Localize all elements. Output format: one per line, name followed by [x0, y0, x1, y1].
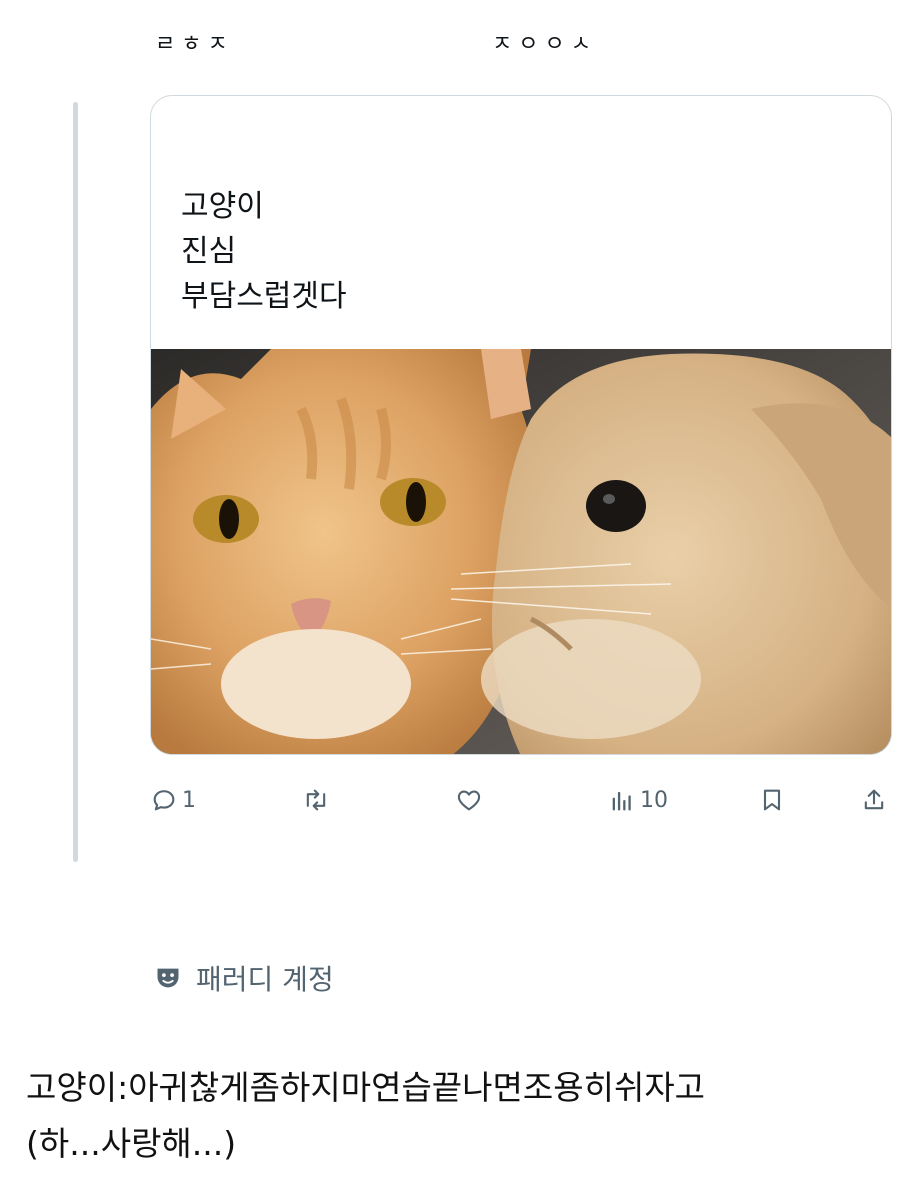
reply-button[interactable]: 1	[150, 778, 196, 822]
like-icon	[457, 790, 481, 811]
parody-account-label: 패러디 계정	[154, 958, 334, 998]
reply-count: 1	[182, 787, 196, 813]
retweet-icon	[306, 789, 326, 811]
caption-line-1: 고양이:아귀찮게좀하지마연습끝나면조용히쉬자고	[26, 1068, 706, 1107]
share-icon	[864, 789, 884, 810]
bookmark-button[interactable]	[758, 778, 786, 822]
retweet-button[interactable]	[302, 778, 330, 822]
share-button[interactable]	[860, 778, 888, 822]
thread-connector-line	[73, 102, 78, 862]
like-button[interactable]	[455, 778, 483, 822]
views-icon	[612, 791, 631, 811]
card-line-3: 부담스럽겟다	[181, 279, 347, 314]
top-right-text: ㅈㅇㅇㅅ	[492, 32, 597, 57]
cat	[151, 349, 536, 754]
parody-label-text: 패러디 계정	[196, 963, 334, 996]
caption-text: 고양이:아귀찮게좀하지마연습끝나면조용히쉬자고 (하...사랑해...)	[26, 1060, 705, 1172]
quoted-post-card[interactable]: 고양이 진심 부담스럽겟다	[150, 95, 892, 755]
top-left-text: ㄹㅎㅈ	[155, 32, 234, 57]
card-line-2: 진심	[181, 234, 237, 269]
cat-and-rabbit-photo[interactable]	[151, 349, 891, 754]
bookmark-icon	[763, 789, 781, 811]
views-indicator[interactable]: 10	[608, 778, 668, 822]
caption-line-2: (하...사랑해...)	[26, 1124, 237, 1163]
top-text-row: ㄹㅎㅈ ㅈㅇㅇㅅ	[0, 26, 916, 66]
views-count: 10	[640, 787, 668, 813]
reply-icon	[153, 790, 175, 811]
post-actions-bar: 1 10	[0, 778, 916, 822]
theater-mask-icon	[157, 968, 179, 988]
card-text: 고양이 진심 부담스럽겟다	[181, 184, 347, 319]
card-line-1: 고양이	[181, 189, 264, 224]
